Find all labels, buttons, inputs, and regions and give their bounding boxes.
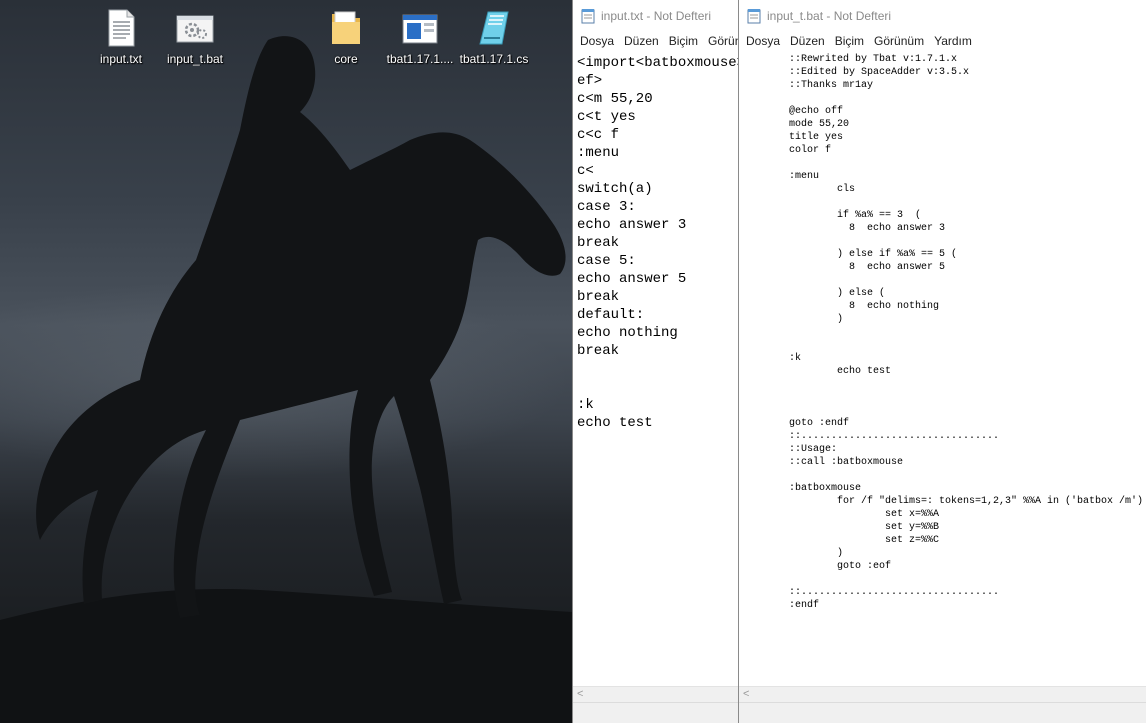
menu-bar: Dosya Düzen Biçim Görünüm xyxy=(573,32,738,50)
status-bar xyxy=(573,702,738,723)
folder-icon xyxy=(326,8,366,48)
horse-rider-silhouette xyxy=(36,36,566,618)
desktop-icon-tbat-exe[interactable]: tbat1.17.1.... xyxy=(385,6,455,72)
desktop: input.txt input_t.bat core tbat1.17.1...… xyxy=(0,0,572,723)
desktop-icon-label: input.txt xyxy=(99,52,143,66)
desktop-icon-input-txt[interactable]: input.txt xyxy=(86,6,156,72)
desktop-icon-label: input_t.bat xyxy=(166,52,224,66)
editor-content[interactable]: <import<batboxmouse> ef> c<m 55,20 c<t y… xyxy=(577,54,738,432)
horse-rider-wallpaper xyxy=(0,36,572,723)
cs-file-icon xyxy=(474,8,514,48)
menu-format[interactable]: Biçim xyxy=(664,34,703,48)
menu-edit[interactable]: Düzen xyxy=(619,34,664,48)
horizontal-scrollbar[interactable]: < xyxy=(573,686,738,703)
text-editor[interactable]: ::Rewrited by Tbat v:1.7.1.x ::Edited by… xyxy=(739,50,1146,687)
menu-view[interactable]: Görünüm xyxy=(869,34,929,48)
title-bar[interactable]: input.txt - Not Defteri xyxy=(573,0,738,32)
status-bar xyxy=(739,702,1146,723)
window-title: input_t.bat - Not Defteri xyxy=(767,9,892,23)
desktop-icon-core-folder[interactable]: core xyxy=(311,6,381,72)
batch-file-icon xyxy=(175,8,215,48)
desktop-icon-label: tbat1.17.1.cs xyxy=(459,52,529,66)
menu-view[interactable]: Görünüm xyxy=(703,34,738,48)
notepad-icon xyxy=(581,8,595,24)
desktop-icon-tbat-cs[interactable]: tbat1.17.1.cs xyxy=(459,6,529,72)
menu-bar: Dosya Düzen Biçim Görünüm Yardım xyxy=(739,32,1146,50)
title-bar[interactable]: input_t.bat - Not Defteri xyxy=(739,0,1146,32)
desktop-icon-label: tbat1.17.1.... xyxy=(386,52,454,66)
menu-edit[interactable]: Düzen xyxy=(785,34,830,48)
editor-content[interactable]: ::Rewrited by Tbat v:1.7.1.x ::Edited by… xyxy=(789,53,1146,612)
window-title: input.txt - Not Defteri xyxy=(601,9,712,23)
notepad-window-input-txt[interactable]: input.txt - Not Defteri Dosya Düzen Biçi… xyxy=(572,0,738,723)
ground-silhouette xyxy=(0,589,572,723)
text-file-icon xyxy=(101,8,141,48)
menu-file[interactable]: Dosya xyxy=(575,34,619,48)
notepad-window-input-t-bat[interactable]: input_t.bat - Not Defteri Dosya Düzen Bi… xyxy=(738,0,1146,723)
notepad-icon xyxy=(747,8,761,24)
desktop-icon-label: core xyxy=(334,52,358,66)
scroll-left-arrow-icon[interactable]: < xyxy=(577,688,583,700)
scroll-left-arrow-icon[interactable]: < xyxy=(743,688,749,700)
text-editor[interactable]: <import<batboxmouse> ef> c<m 55,20 c<t y… xyxy=(573,50,738,687)
menu-format[interactable]: Biçim xyxy=(830,34,869,48)
desktop-icon-input-t-bat[interactable]: input_t.bat xyxy=(160,6,230,72)
menu-help[interactable]: Yardım xyxy=(929,34,977,48)
application-icon xyxy=(400,8,440,48)
menu-file[interactable]: Dosya xyxy=(741,34,785,48)
horizontal-scrollbar[interactable]: < xyxy=(739,686,1146,703)
